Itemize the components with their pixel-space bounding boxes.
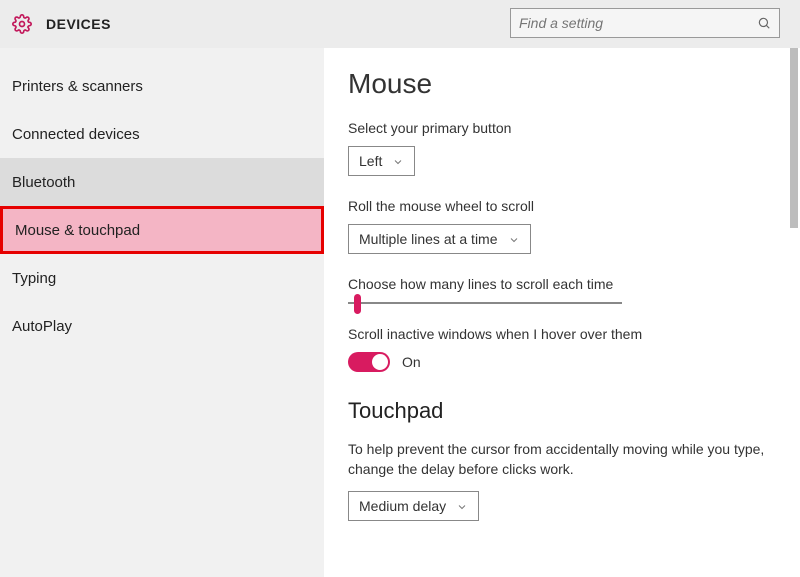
dropdown-value: Multiple lines at a time <box>359 231 498 247</box>
gear-icon <box>12 14 32 34</box>
sidebar-item-typing[interactable]: Typing <box>0 254 324 302</box>
slider-thumb[interactable] <box>354 294 361 314</box>
sidebar-item-mouse-touchpad[interactable]: Mouse & touchpad <box>0 206 324 254</box>
lines-to-scroll-label: Choose how many lines to scroll each tim… <box>348 276 770 292</box>
header-title: DEVICES <box>46 16 111 32</box>
sidebar: Printers & scanners Connected devices Bl… <box>0 48 324 577</box>
dropdown-value: Left <box>359 153 382 169</box>
primary-button-label: Select your primary button <box>348 120 770 136</box>
chevron-down-icon <box>508 233 520 245</box>
dropdown-value: Medium delay <box>359 498 446 514</box>
toggle-state-label: On <box>402 354 421 370</box>
toggle-knob <box>372 354 388 370</box>
touchpad-delay-dropdown[interactable]: Medium delay <box>348 491 479 521</box>
mouse-heading: Mouse <box>348 68 770 100</box>
inactive-windows-toggle-row: On <box>348 352 770 372</box>
sidebar-item-label: AutoPlay <box>12 318 72 335</box>
sidebar-item-label: Typing <box>12 270 56 287</box>
sidebar-item-autoplay[interactable]: AutoPlay <box>0 302 324 350</box>
search-icon <box>757 16 771 30</box>
search-box[interactable] <box>510 8 780 38</box>
chevron-down-icon <box>392 155 404 167</box>
inactive-windows-label: Scroll inactive windows when I hover ove… <box>348 326 770 342</box>
scroll-mode-label: Roll the mouse wheel to scroll <box>348 198 770 214</box>
sidebar-item-label: Connected devices <box>12 126 140 143</box>
sidebar-item-bluetooth[interactable]: Bluetooth <box>0 158 324 206</box>
chevron-down-icon <box>456 500 468 512</box>
primary-button-dropdown[interactable]: Left <box>348 146 415 176</box>
lines-slider[interactable] <box>348 302 622 304</box>
sidebar-item-printers[interactable]: Printers & scanners <box>0 62 324 110</box>
sidebar-item-label: Printers & scanners <box>12 78 143 95</box>
header-bar: DEVICES <box>0 0 800 48</box>
scroll-mode-dropdown[interactable]: Multiple lines at a time <box>348 224 531 254</box>
sidebar-item-label: Mouse & touchpad <box>15 222 140 239</box>
main-panel: Mouse Select your primary button Left Ro… <box>324 48 800 577</box>
sidebar-item-label: Bluetooth <box>12 174 75 191</box>
inactive-windows-toggle[interactable] <box>348 352 390 372</box>
touchpad-heading: Touchpad <box>348 398 770 424</box>
sidebar-item-connected-devices[interactable]: Connected devices <box>0 110 324 158</box>
search-input[interactable] <box>519 15 757 31</box>
scrollbar[interactable] <box>790 48 798 228</box>
touchpad-desc: To help prevent the cursor from accident… <box>348 440 768 479</box>
body: Printers & scanners Connected devices Bl… <box>0 48 800 577</box>
